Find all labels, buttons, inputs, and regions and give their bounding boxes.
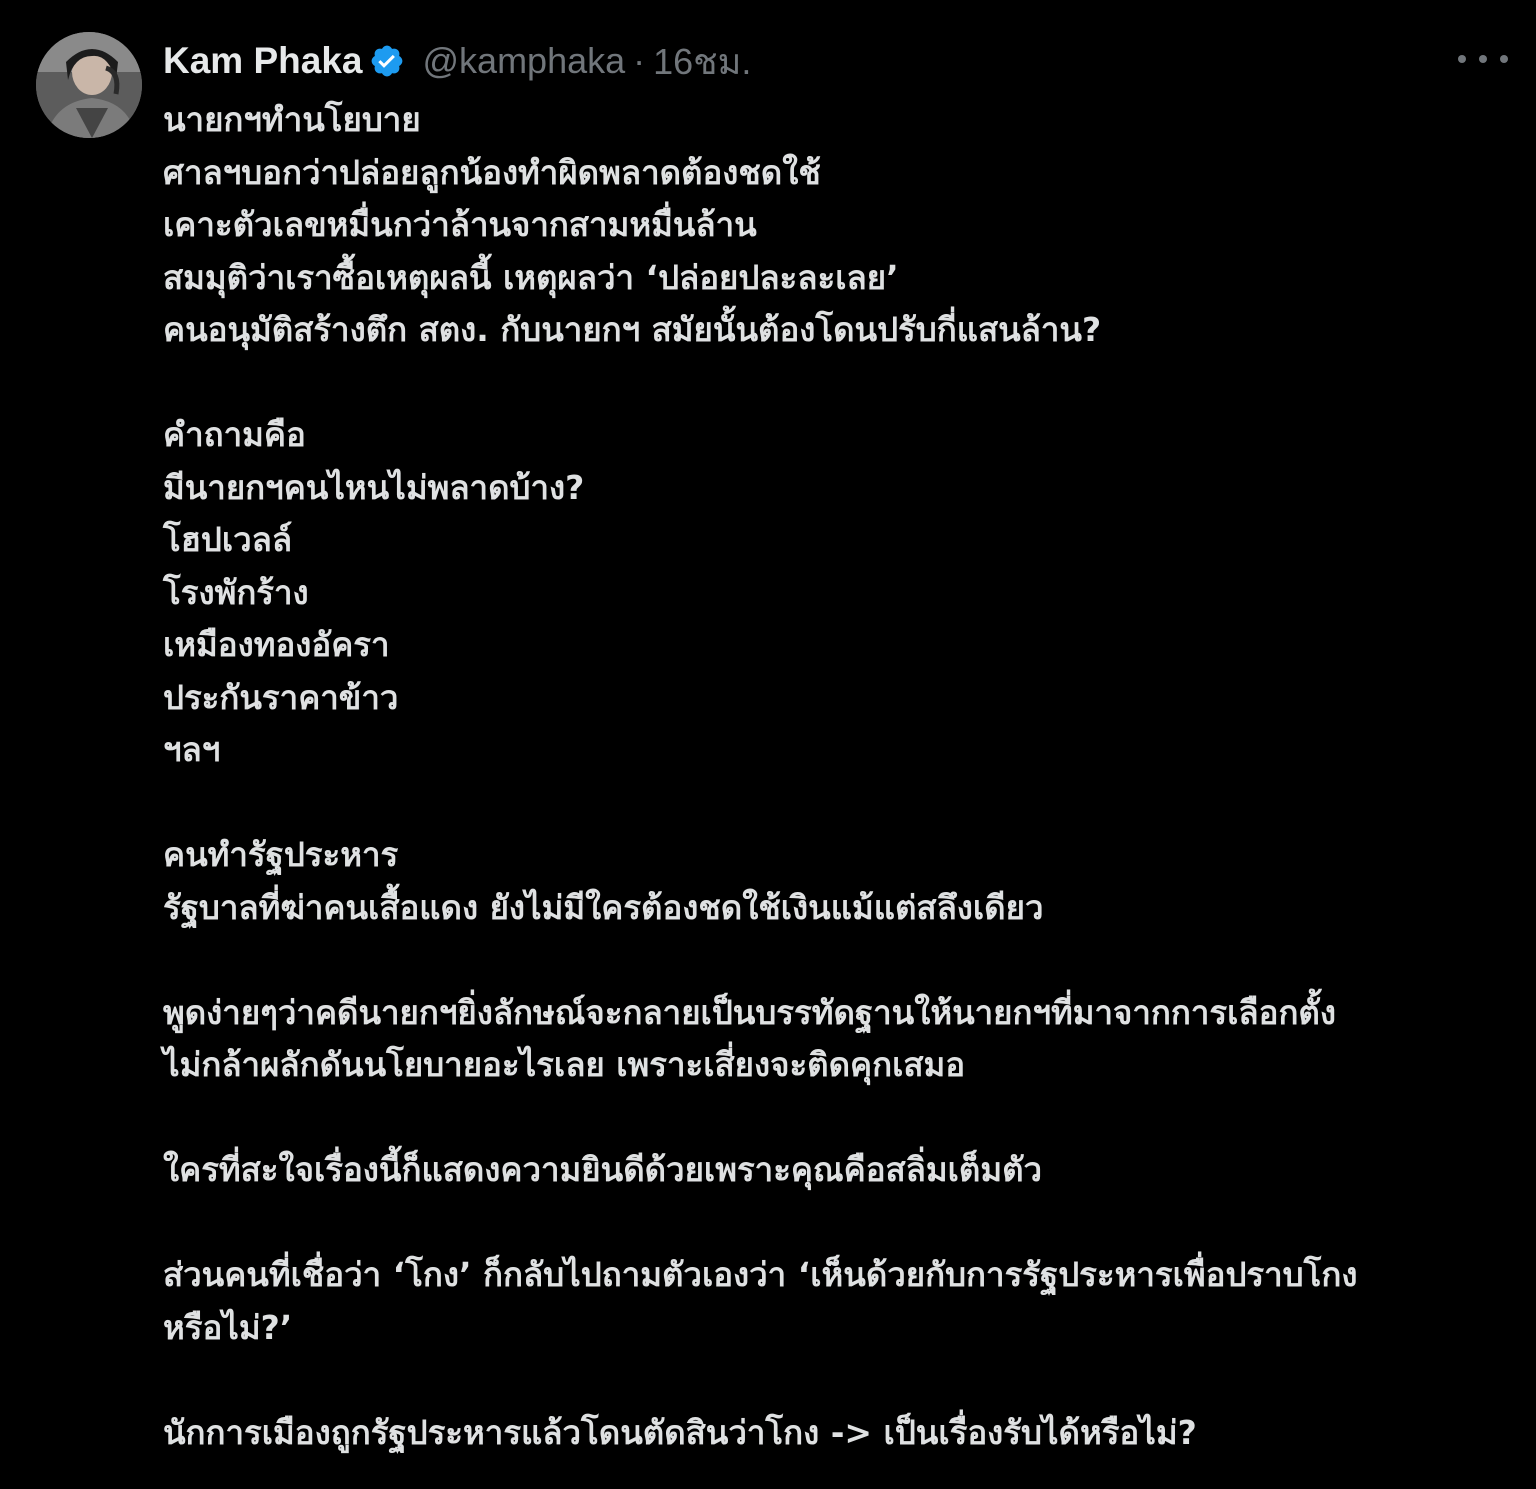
user-handle[interactable]: @kamphaka: [423, 40, 626, 82]
more-dot: [1479, 55, 1487, 63]
tweet-line: ไม่กล้าผลักดันนโยบายอะไรเลย เพราะเสี่ยงจ…: [163, 1045, 966, 1084]
tweet-line: โรงพักร้าง: [163, 572, 309, 612]
more-dot: [1458, 55, 1466, 63]
tweet-line: ประกันราคาข้าว: [163, 677, 399, 717]
tweet-header: Kam Phaka @kamphaka · 16ชม.: [163, 36, 751, 86]
tweet[interactable]: Kam Phaka @kamphaka · 16ชม. นายกฯทำนโยบา…: [0, 0, 1536, 1489]
profile-avatar-image: [36, 32, 142, 138]
tweet-line: ศาลฯบอกว่าปล่อยลูกน้องทำผิดพลาดต้องชดใช้: [163, 152, 821, 192]
tweet-line: คนอนุมัติสร้างตึก สตง. กับนายกฯ สมัยนั้น…: [163, 310, 1102, 349]
tweet-line: ใครที่สะใจเรื่องนี้ก็แสดงความยินดีด้วยเพ…: [163, 1150, 1043, 1189]
separator-dot: ·: [633, 40, 646, 81]
tweet-line: เหมืองทองอัครา: [163, 625, 390, 664]
tweet-line: พูดง่ายๆว่าคดีนายกฯยิ่งลักษณ์จะกลายเป็นบ…: [163, 992, 1336, 1032]
tweet-line: นายกฯทำนโยบาย: [163, 100, 421, 139]
tweet-line: โฮปเวลล์: [163, 520, 293, 559]
more-horizontal-icon[interactable]: [1458, 44, 1508, 74]
tweet-line: หรือไม่?’: [163, 1307, 293, 1347]
timestamp[interactable]: 16ชม.: [653, 33, 751, 90]
tweet-line: เคาะตัวเลขหมื่นกว่าล้านจากสามหมื่นล้าน: [163, 205, 757, 244]
verified-badge-icon: [369, 43, 405, 79]
tweet-line: ส่วนคนที่เชื่อว่า ‘โกง’ ก็กลับไปถามตัวเอ…: [163, 1255, 1358, 1294]
tweet-line: ฯลฯ: [163, 730, 221, 769]
display-name[interactable]: Kam Phaka: [163, 40, 363, 82]
tweet-line: สมมุติว่าเราซื้อเหตุผลนี้ เหตุผลว่า ‘ปล่…: [163, 257, 899, 297]
tweet-line: มีนายกฯคนไหนไม่พลาดบ้าง?: [163, 467, 585, 507]
avatar[interactable]: [36, 32, 142, 138]
tweet-line: คนทำรัฐประหาร: [163, 835, 399, 874]
tweet-line: รัฐบาลที่ฆ่าคนเสื้อแดง ยังไม่มีใครต้องชด…: [163, 887, 1044, 927]
tweet-line: นักการเมืองถูกรัฐประหารแล้วโดนตัดสินว่าโ…: [163, 1412, 1197, 1452]
more-dot: [1500, 55, 1508, 63]
tweet-line: คำถามคือ: [163, 415, 306, 454]
tweet-text: นายกฯทำนโยบาย ศาลฯบอกว่าปล่อยลูกน้องทำผิ…: [163, 94, 1513, 1459]
